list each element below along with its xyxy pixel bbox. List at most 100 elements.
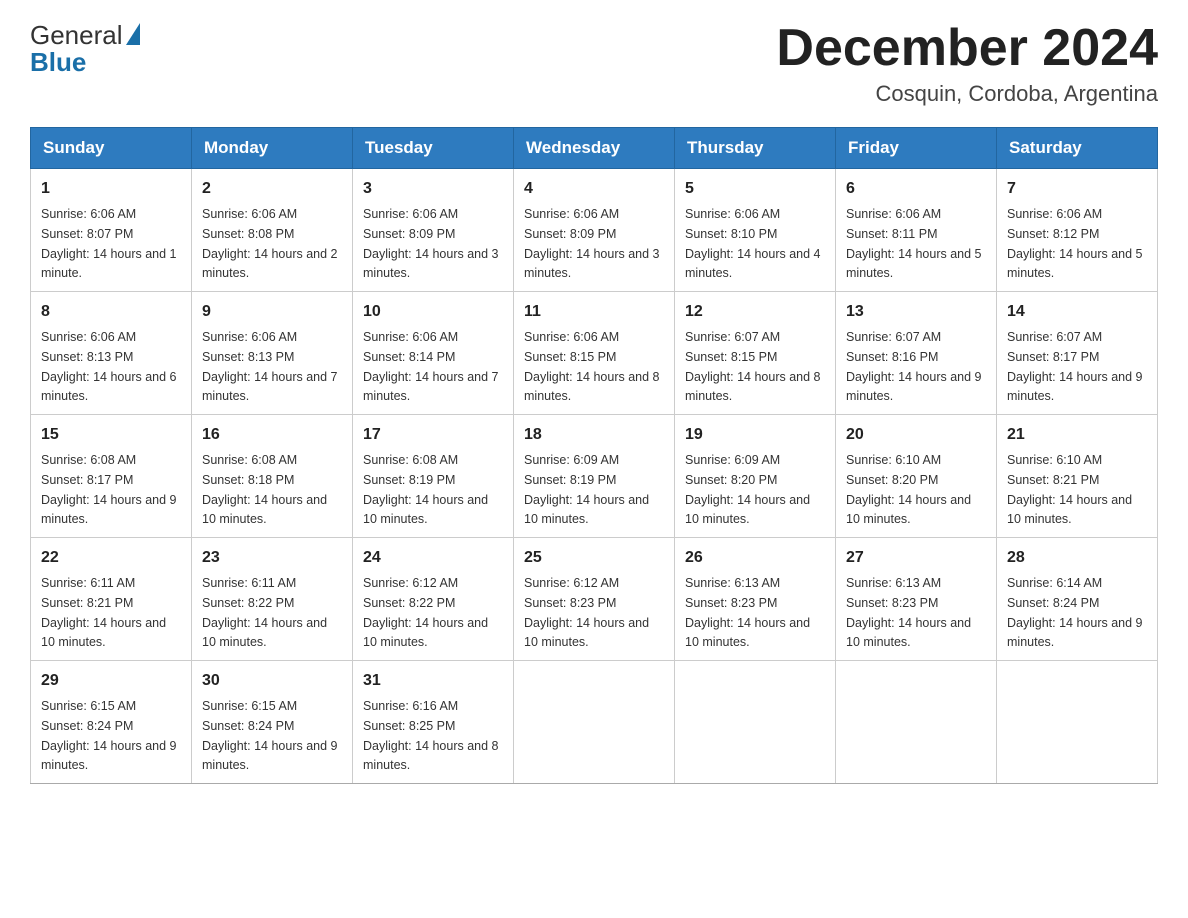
calendar-week-row: 22 Sunrise: 6:11 AMSunset: 8:21 PMDaylig… <box>31 538 1158 661</box>
calendar-week-row: 15 Sunrise: 6:08 AMSunset: 8:17 PMDaylig… <box>31 415 1158 538</box>
calendar-month-year: December 2024 <box>776 20 1158 77</box>
calendar-cell: 17 Sunrise: 6:08 AMSunset: 8:19 PMDaylig… <box>353 415 514 538</box>
calendar-cell: 8 Sunrise: 6:06 AMSunset: 8:13 PMDayligh… <box>31 292 192 415</box>
day-info: Sunrise: 6:06 AMSunset: 8:15 PMDaylight:… <box>524 330 660 403</box>
logo-blue: Blue <box>30 47 86 77</box>
day-number: 27 <box>846 546 986 570</box>
day-info: Sunrise: 6:10 AMSunset: 8:20 PMDaylight:… <box>846 453 971 526</box>
calendar-cell: 16 Sunrise: 6:08 AMSunset: 8:18 PMDaylig… <box>192 415 353 538</box>
day-info: Sunrise: 6:08 AMSunset: 8:19 PMDaylight:… <box>363 453 488 526</box>
calendar-cell <box>836 661 997 784</box>
day-number: 19 <box>685 423 825 447</box>
logo: General Blue <box>30 20 140 78</box>
calendar-title-area: December 2024 Cosquin, Cordoba, Argentin… <box>776 20 1158 107</box>
calendar-cell: 20 Sunrise: 6:10 AMSunset: 8:20 PMDaylig… <box>836 415 997 538</box>
calendar-cell: 31 Sunrise: 6:16 AMSunset: 8:25 PMDaylig… <box>353 661 514 784</box>
day-info: Sunrise: 6:13 AMSunset: 8:23 PMDaylight:… <box>685 576 810 649</box>
day-number: 12 <box>685 300 825 324</box>
day-info: Sunrise: 6:13 AMSunset: 8:23 PMDaylight:… <box>846 576 971 649</box>
calendar-week-row: 1 Sunrise: 6:06 AMSunset: 8:07 PMDayligh… <box>31 169 1158 292</box>
day-number: 6 <box>846 177 986 201</box>
logo-triangle-icon <box>126 23 140 45</box>
column-header-sunday: Sunday <box>31 128 192 169</box>
day-number: 24 <box>363 546 503 570</box>
column-header-friday: Friday <box>836 128 997 169</box>
day-info: Sunrise: 6:12 AMSunset: 8:22 PMDaylight:… <box>363 576 488 649</box>
day-info: Sunrise: 6:06 AMSunset: 8:07 PMDaylight:… <box>41 207 177 280</box>
day-info: Sunrise: 6:06 AMSunset: 8:13 PMDaylight:… <box>202 330 338 403</box>
day-info: Sunrise: 6:10 AMSunset: 8:21 PMDaylight:… <box>1007 453 1132 526</box>
calendar-cell: 18 Sunrise: 6:09 AMSunset: 8:19 PMDaylig… <box>514 415 675 538</box>
calendar-cell: 11 Sunrise: 6:06 AMSunset: 8:15 PMDaylig… <box>514 292 675 415</box>
calendar-cell: 22 Sunrise: 6:11 AMSunset: 8:21 PMDaylig… <box>31 538 192 661</box>
calendar-cell: 15 Sunrise: 6:08 AMSunset: 8:17 PMDaylig… <box>31 415 192 538</box>
column-header-monday: Monday <box>192 128 353 169</box>
calendar-cell: 4 Sunrise: 6:06 AMSunset: 8:09 PMDayligh… <box>514 169 675 292</box>
day-info: Sunrise: 6:06 AMSunset: 8:12 PMDaylight:… <box>1007 207 1143 280</box>
day-info: Sunrise: 6:06 AMSunset: 8:10 PMDaylight:… <box>685 207 821 280</box>
day-info: Sunrise: 6:06 AMSunset: 8:08 PMDaylight:… <box>202 207 338 280</box>
day-info: Sunrise: 6:14 AMSunset: 8:24 PMDaylight:… <box>1007 576 1143 649</box>
day-info: Sunrise: 6:16 AMSunset: 8:25 PMDaylight:… <box>363 699 499 772</box>
day-number: 26 <box>685 546 825 570</box>
day-number: 5 <box>685 177 825 201</box>
day-number: 25 <box>524 546 664 570</box>
day-number: 29 <box>41 669 181 693</box>
calendar-cell: 13 Sunrise: 6:07 AMSunset: 8:16 PMDaylig… <box>836 292 997 415</box>
calendar-table: SundayMondayTuesdayWednesdayThursdayFrid… <box>30 127 1158 784</box>
day-number: 15 <box>41 423 181 447</box>
day-number: 20 <box>846 423 986 447</box>
day-number: 10 <box>363 300 503 324</box>
column-header-thursday: Thursday <box>675 128 836 169</box>
day-number: 28 <box>1007 546 1147 570</box>
day-info: Sunrise: 6:06 AMSunset: 8:14 PMDaylight:… <box>363 330 499 403</box>
day-number: 23 <box>202 546 342 570</box>
calendar-cell: 19 Sunrise: 6:09 AMSunset: 8:20 PMDaylig… <box>675 415 836 538</box>
day-number: 11 <box>524 300 664 324</box>
day-info: Sunrise: 6:12 AMSunset: 8:23 PMDaylight:… <box>524 576 649 649</box>
calendar-week-row: 29 Sunrise: 6:15 AMSunset: 8:24 PMDaylig… <box>31 661 1158 784</box>
day-info: Sunrise: 6:06 AMSunset: 8:09 PMDaylight:… <box>363 207 499 280</box>
day-number: 17 <box>363 423 503 447</box>
day-info: Sunrise: 6:07 AMSunset: 8:17 PMDaylight:… <box>1007 330 1143 403</box>
day-info: Sunrise: 6:08 AMSunset: 8:17 PMDaylight:… <box>41 453 177 526</box>
day-number: 9 <box>202 300 342 324</box>
calendar-cell: 26 Sunrise: 6:13 AMSunset: 8:23 PMDaylig… <box>675 538 836 661</box>
calendar-cell: 2 Sunrise: 6:06 AMSunset: 8:08 PMDayligh… <box>192 169 353 292</box>
day-number: 8 <box>41 300 181 324</box>
day-info: Sunrise: 6:15 AMSunset: 8:24 PMDaylight:… <box>41 699 177 772</box>
day-info: Sunrise: 6:07 AMSunset: 8:16 PMDaylight:… <box>846 330 982 403</box>
day-info: Sunrise: 6:06 AMSunset: 8:09 PMDaylight:… <box>524 207 660 280</box>
calendar-cell: 6 Sunrise: 6:06 AMSunset: 8:11 PMDayligh… <box>836 169 997 292</box>
calendar-cell: 1 Sunrise: 6:06 AMSunset: 8:07 PMDayligh… <box>31 169 192 292</box>
day-info: Sunrise: 6:06 AMSunset: 8:13 PMDaylight:… <box>41 330 177 403</box>
day-number: 7 <box>1007 177 1147 201</box>
day-number: 13 <box>846 300 986 324</box>
calendar-cell: 27 Sunrise: 6:13 AMSunset: 8:23 PMDaylig… <box>836 538 997 661</box>
day-info: Sunrise: 6:11 AMSunset: 8:22 PMDaylight:… <box>202 576 327 649</box>
day-number: 21 <box>1007 423 1147 447</box>
day-number: 14 <box>1007 300 1147 324</box>
calendar-week-row: 8 Sunrise: 6:06 AMSunset: 8:13 PMDayligh… <box>31 292 1158 415</box>
day-number: 22 <box>41 546 181 570</box>
day-number: 3 <box>363 177 503 201</box>
column-header-saturday: Saturday <box>997 128 1158 169</box>
calendar-cell: 9 Sunrise: 6:06 AMSunset: 8:13 PMDayligh… <box>192 292 353 415</box>
calendar-cell: 28 Sunrise: 6:14 AMSunset: 8:24 PMDaylig… <box>997 538 1158 661</box>
calendar-cell: 3 Sunrise: 6:06 AMSunset: 8:09 PMDayligh… <box>353 169 514 292</box>
day-number: 30 <box>202 669 342 693</box>
calendar-cell: 29 Sunrise: 6:15 AMSunset: 8:24 PMDaylig… <box>31 661 192 784</box>
day-number: 16 <box>202 423 342 447</box>
day-info: Sunrise: 6:11 AMSunset: 8:21 PMDaylight:… <box>41 576 166 649</box>
calendar-cell: 21 Sunrise: 6:10 AMSunset: 8:21 PMDaylig… <box>997 415 1158 538</box>
day-info: Sunrise: 6:09 AMSunset: 8:19 PMDaylight:… <box>524 453 649 526</box>
calendar-cell: 12 Sunrise: 6:07 AMSunset: 8:15 PMDaylig… <box>675 292 836 415</box>
calendar-cell: 10 Sunrise: 6:06 AMSunset: 8:14 PMDaylig… <box>353 292 514 415</box>
calendar-cell: 7 Sunrise: 6:06 AMSunset: 8:12 PMDayligh… <box>997 169 1158 292</box>
column-header-wednesday: Wednesday <box>514 128 675 169</box>
day-number: 2 <box>202 177 342 201</box>
calendar-location: Cosquin, Cordoba, Argentina <box>776 81 1158 107</box>
calendar-cell: 25 Sunrise: 6:12 AMSunset: 8:23 PMDaylig… <box>514 538 675 661</box>
calendar-cell: 14 Sunrise: 6:07 AMSunset: 8:17 PMDaylig… <box>997 292 1158 415</box>
day-number: 1 <box>41 177 181 201</box>
